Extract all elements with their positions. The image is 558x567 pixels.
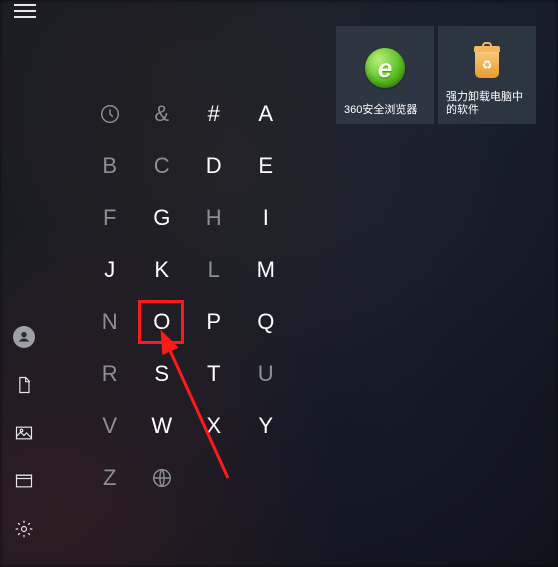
tile-360-browser[interactable]: 360安全浏览器 bbox=[336, 26, 434, 124]
alpha-cell-globe[interactable] bbox=[136, 452, 188, 504]
alpha-cell-C: C bbox=[136, 140, 188, 192]
gear-icon bbox=[14, 519, 34, 539]
alpha-cell-F: F bbox=[84, 192, 136, 244]
alpha-cell-recent[interactable] bbox=[84, 88, 136, 140]
alpha-cell-J[interactable]: J bbox=[84, 244, 136, 296]
alpha-index: &#A BCDE FGHI JKLM NOPQ RSTU VWXY Z bbox=[84, 88, 292, 504]
alpha-cell-N: N bbox=[84, 296, 136, 348]
alpha-cell-S[interactable]: S bbox=[136, 348, 188, 400]
alpha-cell-L: L bbox=[188, 244, 240, 296]
menu-toggle-icon[interactable] bbox=[14, 4, 36, 18]
start-leftbar bbox=[0, 323, 48, 567]
alpha-cell-H: H bbox=[188, 192, 240, 244]
alpha-cell-D[interactable]: D bbox=[188, 140, 240, 192]
alpha-cell-U: U bbox=[240, 348, 292, 400]
tile-force-uninstall[interactable]: ♻ 强力卸载电脑中的软件 bbox=[438, 26, 536, 124]
user-avatar-icon bbox=[13, 326, 35, 348]
alpha-cell-A[interactable]: A bbox=[240, 88, 292, 140]
alpha-cell-Y[interactable]: Y bbox=[240, 400, 292, 452]
alpha-cell-Z: Z bbox=[84, 452, 136, 504]
globe-icon bbox=[151, 467, 173, 489]
tile-label: 强力卸载电脑中的软件 bbox=[442, 91, 532, 121]
alpha-cell-E[interactable]: E bbox=[240, 140, 292, 192]
file-explorer-button[interactable] bbox=[0, 467, 48, 495]
alpha-cell-V: V bbox=[84, 400, 136, 452]
360-browser-icon bbox=[365, 48, 405, 88]
alpha-cell-R: R bbox=[84, 348, 136, 400]
file-explorer-icon bbox=[14, 471, 34, 491]
alpha-cell-I[interactable]: I bbox=[240, 192, 292, 244]
clock-icon bbox=[99, 103, 121, 125]
trash-icon: ♻ bbox=[468, 42, 506, 80]
alpha-cell-M[interactable]: M bbox=[240, 244, 292, 296]
documents-button[interactable] bbox=[0, 371, 48, 399]
alpha-cell-W[interactable]: W bbox=[136, 400, 188, 452]
pictures-button[interactable] bbox=[0, 419, 48, 447]
alpha-cell-K[interactable]: K bbox=[136, 244, 188, 296]
alpha-cell-X[interactable]: X bbox=[188, 400, 240, 452]
document-icon bbox=[14, 375, 34, 395]
settings-button[interactable] bbox=[0, 515, 48, 543]
user-account-button[interactable] bbox=[0, 323, 48, 351]
alpha-cell-blank2 bbox=[240, 452, 292, 504]
alpha-cell-Q[interactable]: Q bbox=[240, 296, 292, 348]
alpha-cell-T[interactable]: T bbox=[188, 348, 240, 400]
alpha-cell-amp: & bbox=[136, 88, 188, 140]
picture-icon bbox=[14, 423, 34, 443]
alpha-cell-hash[interactable]: # bbox=[188, 88, 240, 140]
tile-label: 360安全浏览器 bbox=[340, 104, 430, 120]
alpha-cell-B: B bbox=[84, 140, 136, 192]
alpha-cell-G[interactable]: G bbox=[136, 192, 188, 244]
alpha-cell-P[interactable]: P bbox=[188, 296, 240, 348]
start-tiles: 360安全浏览器 ♻ 强力卸载电脑中的软件 bbox=[336, 26, 536, 124]
alpha-cell-blank1 bbox=[188, 452, 240, 504]
alpha-cell-O[interactable]: O bbox=[136, 296, 188, 348]
